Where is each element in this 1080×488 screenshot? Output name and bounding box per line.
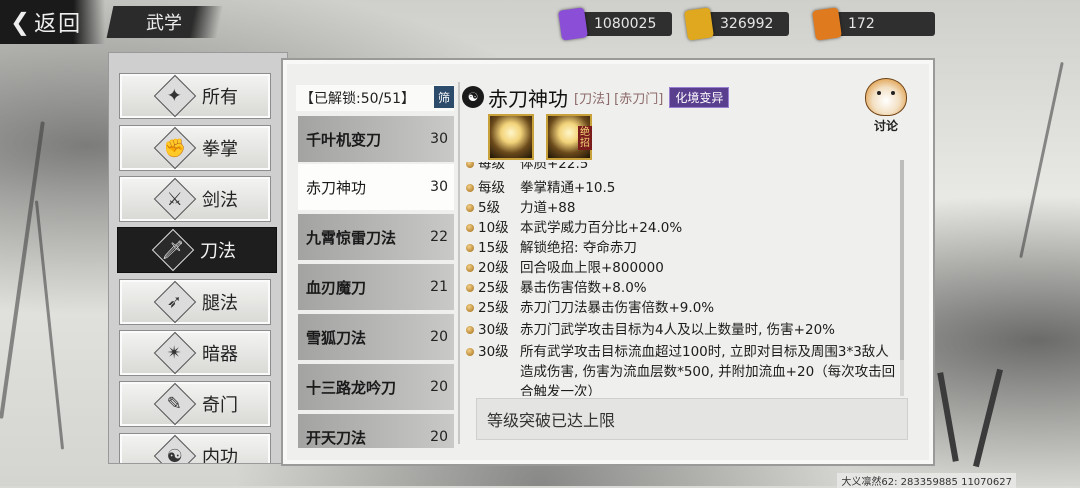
skill-item[interactable]: 九霄惊雷刀法 22 xyxy=(298,214,454,260)
discuss-button[interactable]: 讨论 xyxy=(860,78,912,134)
bullet-icon xyxy=(466,264,474,272)
skill-item-selected[interactable]: 赤刀神功 30 xyxy=(298,164,454,210)
category-label: 刀法 xyxy=(200,241,236,262)
blade-icon: 🗡 xyxy=(151,228,195,272)
scroll-icon: ✎ xyxy=(153,382,197,426)
skill-item[interactable]: 雪狐刀法 20 xyxy=(298,314,454,360)
all-icon: ✦ xyxy=(153,74,197,118)
shuriken-icon: ✴ xyxy=(153,331,197,375)
skill-item[interactable]: 血刃魔刀 21 xyxy=(298,264,454,310)
divider xyxy=(458,82,460,444)
gold-ticket-icon xyxy=(684,7,714,41)
fist-icon: ✊ xyxy=(153,126,197,170)
skill-art-icon[interactable] xyxy=(488,114,534,160)
ultimate-art-icon[interactable]: 绝招 xyxy=(546,114,592,160)
bullet-icon xyxy=(466,224,474,232)
category-exotic[interactable]: ✎ 奇门 xyxy=(119,381,271,427)
bullet-icon xyxy=(466,304,474,312)
skill-item[interactable]: 十三路龙吟刀 20 xyxy=(298,364,454,410)
bullet-icon xyxy=(466,204,474,212)
category-label: 奇门 xyxy=(202,395,238,416)
category-label: 所有 xyxy=(202,87,238,108)
currency-purple[interactable]: 1080025 xyxy=(558,7,673,41)
yin-yang-icon: ☯ xyxy=(462,86,484,108)
category-label: 暗器 xyxy=(202,344,238,365)
discuss-label: 讨论 xyxy=(873,119,898,133)
skill-type-tag: [刀法] xyxy=(574,91,611,107)
unlock-counter: 【已解锁:50/51】 xyxy=(296,85,454,111)
filter-button[interactable]: 筛 xyxy=(434,86,454,108)
effects-scrollbar[interactable] xyxy=(900,160,904,396)
category-list[interactable]: ✦ 所有 ✊ 拳掌 ⚔ 剑法 🗡 刀法 ➶ 腿法 ✴ 暗器 ✎ 奇门 ☯ 内功 xyxy=(108,52,288,464)
category-label: 拳掌 xyxy=(202,139,238,160)
category-label: 腿法 xyxy=(202,293,238,314)
top-bar: ❮ 返回 武学 1080025 326992 172 xyxy=(0,0,1080,46)
category-label: 剑法 xyxy=(202,190,238,211)
sword-icon: ⚔ xyxy=(153,177,197,221)
kick-icon: ➶ xyxy=(153,280,197,324)
bullet-icon xyxy=(466,326,474,334)
breakthrough-status: 等级突破已达上限 xyxy=(476,398,908,440)
category-inner[interactable]: ☯ 内功 xyxy=(119,433,271,464)
skill-title-row: ☯ 赤刀神功 [刀法] [赤刀门] 化境变异 xyxy=(462,84,730,111)
category-all[interactable]: ✦ 所有 xyxy=(119,73,271,119)
category-blade[interactable]: 🗡 刀法 xyxy=(117,227,277,273)
scrollbar-thumb[interactable] xyxy=(900,160,904,360)
bullet-icon xyxy=(466,284,474,292)
currency-flame[interactable]: 172 xyxy=(812,7,935,41)
skill-item[interactable]: 开天刀法 20 xyxy=(298,414,454,448)
bullet-icon xyxy=(466,244,474,252)
ultimate-tag: 绝招 xyxy=(578,126,592,150)
shiba-mascot-icon xyxy=(865,78,907,116)
category-sword[interactable]: ⚔ 剑法 xyxy=(119,176,271,222)
bullet-icon xyxy=(466,162,474,168)
back-label: 返回 xyxy=(34,12,83,37)
inner-icon: ☯ xyxy=(153,434,197,463)
mutation-badge[interactable]: 化境变异 xyxy=(669,86,730,108)
bullet-icon xyxy=(466,348,474,356)
effects-list[interactable]: 每级 体质+22.5 每级 拳掌精通+10.5 5级 力道+88 10级 本武学… xyxy=(464,162,900,396)
bullet-icon xyxy=(466,184,474,192)
back-button[interactable]: ❮ 返回 xyxy=(0,0,105,44)
skill-title: 赤刀神功 xyxy=(488,86,568,111)
purple-jade-icon xyxy=(558,7,588,41)
category-label: 内功 xyxy=(202,447,238,464)
category-fist[interactable]: ✊ 拳掌 xyxy=(119,125,271,171)
skill-list[interactable]: 千叶机变刀 30 赤刀神功 30 九霄惊雷刀法 22 血刃魔刀 21 雪狐刀法 … xyxy=(298,116,454,448)
category-kick[interactable]: ➶ 腿法 xyxy=(119,279,271,325)
skill-school-tag: [赤刀门] xyxy=(614,91,664,107)
category-hidden-weapon[interactable]: ✴ 暗器 xyxy=(119,330,271,376)
skill-item[interactable]: 千叶机变刀 30 xyxy=(298,116,454,162)
currency-gold[interactable]: 326992 xyxy=(684,7,790,41)
flame-scroll-icon xyxy=(812,7,842,41)
chevron-left-icon: ❮ xyxy=(10,8,31,36)
section-title: 武学 xyxy=(106,6,224,38)
